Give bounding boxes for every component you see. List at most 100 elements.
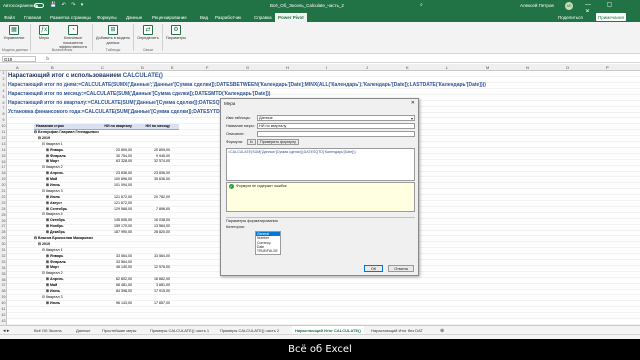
tab-file[interactable]: Файл bbox=[4, 15, 15, 20]
formula-editor[interactable]: =CALCULATE(SUM('Данные'[Сумма сделки]);D… bbox=[226, 148, 415, 181]
description-input[interactable] bbox=[257, 131, 415, 137]
row-header[interactable]: 37 bbox=[0, 283, 7, 287]
column-header[interactable]: I bbox=[326, 65, 327, 70]
table-name-select[interactable]: Данные bbox=[257, 115, 415, 121]
tab-power-pivot[interactable]: Power Pivot bbox=[275, 13, 307, 22]
measure-name-input[interactable]: НИ по кварталу bbox=[257, 123, 415, 129]
pivot-header-rows[interactable]: Названия строк bbox=[36, 124, 64, 128]
row-header[interactable]: 6 bbox=[0, 101, 7, 105]
cancel-button[interactable]: Отмена bbox=[388, 265, 414, 272]
kpi-button[interactable]: ◔ Ключевые показатели эффективности bbox=[56, 25, 90, 50]
column-header[interactable]: K bbox=[406, 65, 409, 70]
column-header[interactable]: N bbox=[526, 65, 529, 70]
row-header[interactable]: 7 bbox=[0, 106, 7, 110]
detect-button[interactable]: ⇄ Определить bbox=[136, 25, 160, 41]
tab-page-layout[interactable]: Разметка страницы bbox=[50, 15, 91, 20]
fx-label[interactable]: fx bbox=[46, 56, 49, 61]
autosave-toggle[interactable] bbox=[34, 3, 44, 8]
row-header[interactable]: 5 bbox=[0, 95, 7, 99]
row-header[interactable]: 43 bbox=[0, 319, 7, 323]
tab-review[interactable]: Рецензирование bbox=[152, 15, 187, 20]
row-header[interactable]: 21 bbox=[0, 189, 7, 193]
pivot-header-month[interactable]: НИ по месяцу bbox=[134, 124, 170, 128]
row-header[interactable]: 30 bbox=[0, 242, 7, 246]
row-header[interactable]: 13 bbox=[0, 142, 7, 146]
settings-button[interactable]: ⚙ Параметры bbox=[164, 25, 188, 41]
sheet-tab[interactable]: Простейшие меры bbox=[102, 328, 136, 333]
column-header[interactable]: A bbox=[16, 65, 19, 70]
sheet-tab[interactable]: Данные bbox=[76, 328, 90, 333]
tab-view[interactable]: Вид bbox=[200, 15, 208, 20]
row-header[interactable]: 29 bbox=[0, 236, 7, 240]
pivot-table[interactable]: Названия строк НИ по кварталу НИ по меся… bbox=[34, 124, 179, 307]
row-header[interactable]: 15 bbox=[0, 154, 7, 158]
row-header[interactable]: 11 bbox=[0, 130, 7, 134]
row-header[interactable]: 20 bbox=[0, 183, 7, 187]
row-header[interactable]: 25 bbox=[0, 213, 7, 217]
row-header[interactable]: 8 bbox=[0, 112, 7, 116]
check-formula-button[interactable]: Проверить формулу bbox=[257, 139, 299, 145]
row-header[interactable]: 3 bbox=[0, 83, 7, 87]
row-header[interactable]: 19 bbox=[0, 177, 7, 181]
row-header[interactable]: 27 bbox=[0, 224, 7, 228]
ok-button[interactable]: ОК bbox=[364, 265, 383, 272]
row-header[interactable]: 26 bbox=[0, 219, 7, 223]
row-header[interactable]: 36 bbox=[0, 278, 7, 282]
row-header[interactable]: 9 bbox=[0, 118, 7, 122]
search-icon[interactable]: ⌕ bbox=[420, 2, 423, 8]
sheet-tab[interactable]: Нарастающий Итог без DAT bbox=[371, 328, 423, 333]
row-header[interactable]: 32 bbox=[0, 254, 7, 258]
row-header[interactable]: 12 bbox=[0, 136, 7, 140]
row-header[interactable]: 24 bbox=[0, 207, 7, 211]
sheet-tab[interactable]: Примеры CALCULATE() часть 2 bbox=[220, 328, 279, 333]
column-header[interactable]: E bbox=[171, 65, 174, 70]
row-header[interactable]: 39 bbox=[0, 295, 7, 299]
row-header[interactable]: 17 bbox=[0, 165, 7, 169]
measures-button[interactable]: ƒx Меры bbox=[32, 25, 56, 41]
row-header[interactable]: 42 bbox=[0, 313, 7, 317]
column-header[interactable]: O bbox=[566, 65, 569, 70]
tab-formulas[interactable]: Формулы bbox=[97, 15, 117, 20]
tab-data[interactable]: Данные bbox=[126, 15, 142, 20]
user-name[interactable]: Алексей Петров bbox=[520, 3, 554, 8]
column-header[interactable]: L bbox=[446, 65, 448, 70]
row-header[interactable]: 34 bbox=[0, 266, 7, 270]
row-header[interactable]: 40 bbox=[0, 301, 7, 305]
column-header[interactable]: C bbox=[101, 65, 104, 70]
column-header[interactable]: B bbox=[51, 65, 54, 70]
column-header[interactable]: D bbox=[141, 65, 144, 70]
notes-button[interactable]: Примечания bbox=[596, 13, 626, 21]
avatar[interactable]: АП bbox=[565, 2, 573, 10]
row-header[interactable]: 23 bbox=[0, 201, 7, 205]
name-box[interactable]: G18 bbox=[2, 56, 36, 62]
tab-developer[interactable]: Разработчик bbox=[215, 15, 241, 20]
row-header[interactable]: 10 bbox=[0, 124, 7, 128]
tab-home[interactable]: Главная bbox=[24, 15, 41, 20]
row-header[interactable]: 38 bbox=[0, 289, 7, 293]
row-header[interactable]: 16 bbox=[0, 160, 7, 164]
row-header[interactable]: 4 bbox=[0, 89, 7, 93]
row-header[interactable]: 18 bbox=[0, 171, 7, 175]
column-header[interactable]: M bbox=[486, 65, 489, 70]
row-header[interactable]: 41 bbox=[0, 307, 7, 311]
share-button[interactable]: Поделиться bbox=[558, 15, 583, 20]
category-option[interactable]: TRUE/FALSE bbox=[256, 249, 280, 253]
row-header[interactable]: 2 bbox=[0, 77, 7, 81]
column-header[interactable]: J bbox=[366, 65, 368, 70]
column-header[interactable]: F bbox=[206, 65, 208, 70]
quick-access-toolbar[interactable]: 💾 ↶ ↷ ▾ bbox=[50, 2, 85, 8]
column-header[interactable]: P bbox=[606, 65, 609, 70]
tab-help[interactable]: Справка bbox=[254, 15, 272, 20]
sheet-tab[interactable]: Примеры CALCULATE() часть 1 bbox=[150, 328, 209, 333]
row-header[interactable]: 35 bbox=[0, 272, 7, 276]
row-header[interactable]: 1 bbox=[0, 71, 7, 75]
manage-button[interactable]: ▦ Управление bbox=[2, 25, 26, 41]
column-header[interactable]: H bbox=[286, 65, 289, 70]
row-header[interactable]: 33 bbox=[0, 260, 7, 264]
row-header[interactable]: 28 bbox=[0, 230, 7, 234]
category-list[interactable]: General Number Currency Date TRUE/FALSE bbox=[255, 231, 281, 255]
row-header[interactable]: 22 bbox=[0, 195, 7, 199]
fx-button[interactable]: fx bbox=[247, 139, 256, 145]
pivot-row[interactable]: ⊞ Июль 96 143,00 17 857,00 bbox=[34, 301, 179, 307]
add-to-model-button[interactable]: ⊞ Добавить в модель данных bbox=[96, 25, 130, 45]
